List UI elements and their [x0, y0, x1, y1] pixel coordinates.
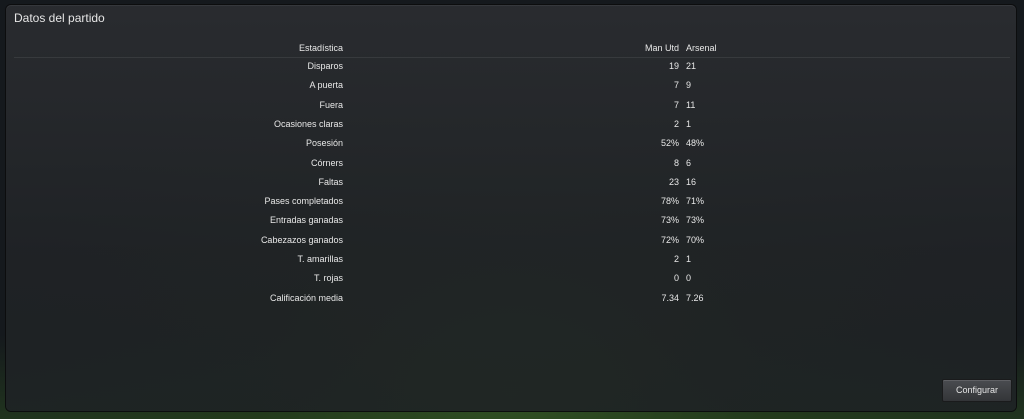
table-row: T. rojas 0 0: [14, 269, 1010, 288]
team1-value: 72%: [660, 234, 679, 245]
stat-label: Cabezazos ganados: [260, 234, 343, 245]
table-row: A puerta 7 9: [14, 76, 1010, 95]
team1-value: 52%: [660, 138, 679, 149]
team2-value: 6: [686, 157, 692, 168]
team1-value: 73%: [660, 215, 679, 226]
table-row: Cabezazos ganados 72% 70%: [14, 231, 1010, 250]
team2-value: 73%: [686, 215, 705, 226]
team2-value: 11: [686, 99, 696, 110]
stat-label: T. amarillas: [297, 254, 343, 264]
stat-label: Posesión: [305, 138, 343, 149]
table-row: Disparos 19 21: [14, 57, 1010, 76]
team2-value: 0: [686, 273, 692, 284]
team1-value: 0: [673, 273, 679, 284]
stat-label: Fuera: [319, 99, 343, 110]
team2-value: 7.26: [686, 292, 704, 303]
table-row: Calificación media 7.34 7.26: [14, 289, 1010, 308]
table-row: Córners 8 6: [14, 154, 1010, 173]
stat-label: Disparos: [307, 61, 343, 71]
team1-value: 2: [673, 254, 679, 264]
stat-label: Córners: [310, 157, 343, 168]
configure-button[interactable]: Configurar: [942, 379, 1012, 402]
team2-value: 71%: [686, 196, 705, 207]
table-row: Ocasiones claras 2 1: [14, 115, 1010, 134]
column-header-team1: Man Utd: [644, 43, 679, 53]
table-row: Posesión 52% 48%: [14, 134, 1010, 153]
team2-value: 70%: [686, 234, 705, 245]
stat-label: T. rojas: [313, 273, 343, 284]
table-row: T. amarillas 2 1: [14, 250, 1010, 269]
match-stats-panel: Datos del partido Estadística Man Utd Ar…: [6, 5, 1016, 411]
table-row: Pases completados 78% 71%: [14, 192, 1010, 211]
team1-value: 19: [668, 61, 679, 71]
team2-value: 21: [686, 61, 697, 71]
stat-label: A puerta: [309, 80, 343, 91]
stat-label: Ocasiones claras: [273, 118, 343, 129]
team2-value: 48%: [686, 138, 705, 149]
team1-value: 23: [668, 176, 679, 187]
column-header-statistic: Estadística: [298, 43, 343, 53]
stat-label: Pases completados: [264, 196, 343, 207]
team1-value: 8: [673, 157, 679, 168]
team2-value: 1: [686, 254, 692, 264]
panel-title: Datos del partido: [14, 11, 105, 25]
table-row: Faltas 23 16: [14, 173, 1010, 192]
column-header-team2: Arsenal: [686, 43, 717, 53]
table-row: Entradas ganadas 73% 73%: [14, 211, 1010, 230]
team1-value: 7.34: [661, 292, 679, 303]
team2-value: 9: [686, 80, 692, 91]
stat-label: Entradas ganadas: [269, 215, 343, 226]
team1-value: 2: [673, 118, 679, 129]
stat-label: Calificación media: [269, 292, 343, 303]
team2-value: 16: [686, 176, 697, 187]
table-row: Fuera 7 11: [14, 96, 1010, 115]
team1-value: 7: [673, 99, 679, 110]
team1-value: 7: [673, 80, 679, 91]
stat-label: Faltas: [318, 176, 343, 187]
team2-value: 1: [686, 118, 692, 129]
stats-header-row: Estadística Man Utd Arsenal: [14, 39, 1010, 58]
team1-value: 78%: [660, 196, 679, 207]
